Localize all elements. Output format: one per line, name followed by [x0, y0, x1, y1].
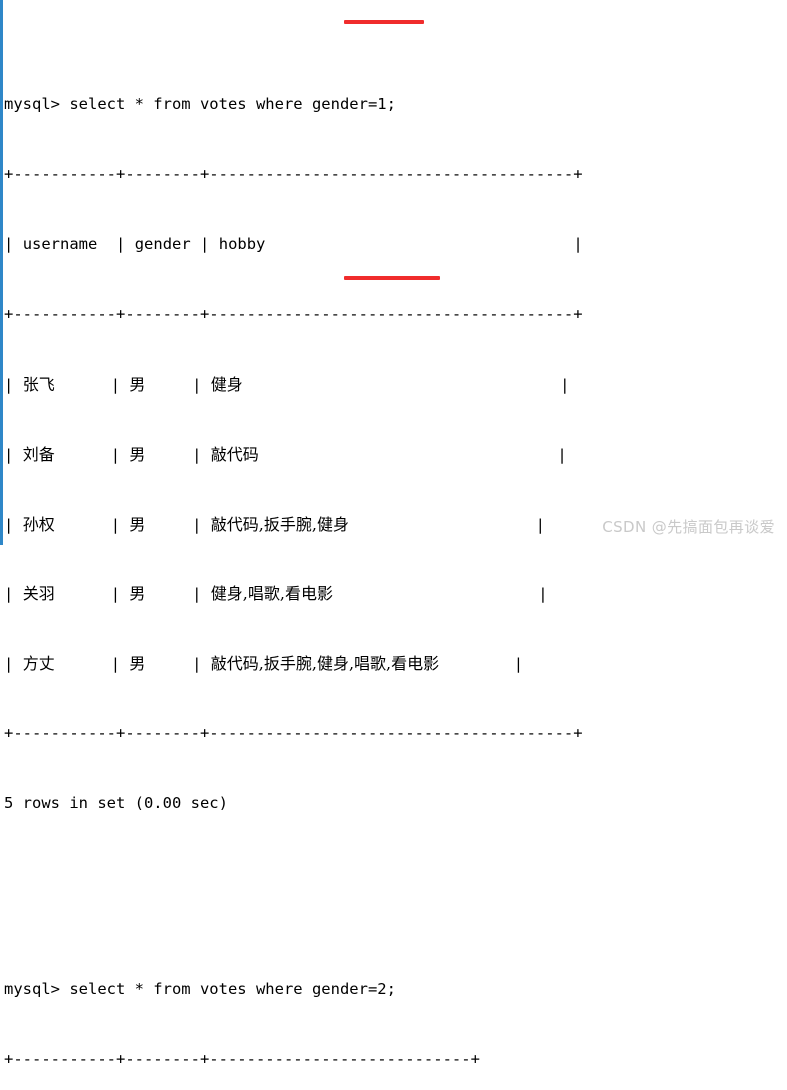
terminal-output[interactable]: mysql> select * from votes where gender=…	[4, 0, 787, 1068]
sql-prompt-line-1: mysql> select * from votes where gender=…	[4, 93, 787, 116]
red-underline-marker-gender-2	[344, 275, 440, 280]
table-header-row-1: | username | gender | hobby |	[4, 233, 787, 256]
red-underline-marker-gender-1	[344, 19, 424, 24]
result-status-1: 5 rows in set (0.00 sec)	[4, 794, 228, 813]
table-header-cells-1: | username | gender | hobby |	[4, 234, 583, 253]
table-bottom-rule-1: +-----------+--------+------------------…	[4, 724, 583, 743]
csdn-watermark: CSDN @先搞面包再谈爱	[602, 518, 775, 536]
sql-prompt-text-1: mysql> select * from votes where gender=…	[4, 95, 396, 114]
table-header-rule-1: +-----------+--------+------------------…	[4, 304, 583, 323]
window-left-edge	[0, 0, 3, 545]
table-top-rule-1: +-----------+--------+------------------…	[4, 165, 583, 184]
table-row: | 关羽 | 男 | 健身,唱歌,看电影 |	[4, 584, 548, 604]
table-row: | 方丈 | 男 | 敲代码,扳手腕,健身,唱歌,看电影 |	[4, 654, 524, 674]
table-top-rule-2: +-----------+--------+------------------…	[4, 1050, 480, 1069]
sql-prompt-text-2: mysql> select * from votes where gender=…	[4, 980, 396, 999]
table-row: | 刘备 | 男 | 敲代码 |	[4, 444, 567, 464]
table-row: | 张飞 | 男 | 健身 |	[4, 374, 570, 394]
sql-prompt-line-2: mysql> select * from votes where gender=…	[4, 978, 787, 1001]
